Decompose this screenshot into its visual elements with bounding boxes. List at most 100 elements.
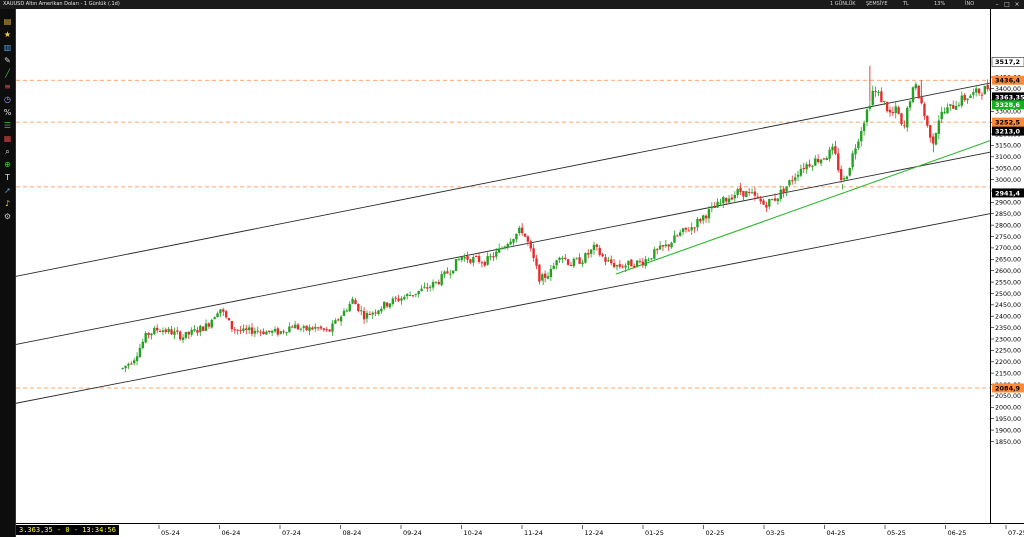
candle-body (486, 256, 489, 265)
candle-body (233, 329, 236, 331)
candle-body (759, 198, 762, 202)
candle-body (578, 257, 581, 264)
candle-body (592, 244, 596, 251)
x-tick-label: 09-24 (403, 529, 422, 537)
candles-group (121, 65, 1024, 373)
candle-body (428, 286, 432, 288)
y-tick-label: 2900,00 (995, 200, 1021, 207)
arrow-icon[interactable]: ➚ (3, 186, 12, 195)
candle-body (699, 219, 702, 222)
y-tick-label: 2300,00 (995, 336, 1021, 343)
candle-body (176, 330, 179, 332)
candle-body (808, 164, 811, 167)
grid-icon[interactable]: ▦ (3, 134, 12, 143)
candle-body (601, 254, 604, 257)
candle-body (520, 227, 524, 234)
candle-body (929, 125, 932, 138)
candle-body (598, 247, 601, 256)
candle-body (201, 326, 205, 331)
candle-body (426, 287, 429, 289)
price-axis[interactable]: 3450,003400,003350,003300,003250,003200,… (990, 9, 1024, 523)
candle-body (664, 244, 668, 247)
candle-body (469, 259, 472, 263)
candle-body (975, 88, 978, 93)
candle-body (566, 259, 570, 265)
candle-body (446, 271, 449, 274)
price-tag-label: 2941,4 (995, 189, 1021, 197)
candle-body (187, 331, 190, 335)
candle-body (351, 299, 354, 304)
candle-body (150, 333, 153, 336)
level-icon[interactable]: ≡ (3, 82, 12, 91)
candle-body (914, 84, 918, 89)
indicator-selector[interactable]: İNO (965, 0, 974, 9)
candle-body (814, 158, 817, 166)
close-icon[interactable]: × (1013, 1, 1021, 8)
currency-selector[interactable]: TL (903, 0, 909, 9)
x-tick-label: 08-24 (343, 529, 362, 537)
candle-body (684, 227, 688, 230)
candle-body (196, 330, 199, 333)
candle-body (891, 111, 895, 114)
price-axis-svg: 3450,003400,003350,003300,003250,003200,… (991, 57, 1024, 446)
y-tick-label: 3300,00 (995, 109, 1021, 116)
y-tick-label: 2700,00 (995, 245, 1021, 252)
candle-body (265, 331, 268, 335)
candle-body (687, 230, 691, 232)
clock-icon[interactable]: ◷ (3, 95, 12, 104)
minimize-icon[interactable]: – (993, 1, 1001, 8)
gear-icon[interactable]: ⚙ (3, 212, 12, 221)
candle-body (589, 249, 593, 254)
price-tag-label: 3328,6 (995, 101, 1021, 109)
candle-body (130, 363, 133, 365)
candle-body (500, 248, 504, 250)
maximize-icon[interactable]: □ (1003, 1, 1011, 8)
candle-body (495, 251, 498, 257)
candle-body (291, 326, 294, 328)
candle-body (526, 236, 530, 242)
period-selector[interactable]: 1 GÜNLÜK (830, 0, 856, 9)
candle-body (704, 215, 708, 219)
candle-body (877, 92, 880, 94)
candle-body (701, 215, 705, 221)
candle-body (193, 329, 196, 331)
candle-body (943, 112, 946, 114)
star-icon[interactable]: ★ (3, 30, 12, 39)
folder-icon[interactable]: ▤ (3, 17, 12, 26)
candle-body (204, 323, 208, 331)
price-chart (15, 65, 1024, 404)
trend-icon[interactable]: ╱ (3, 69, 12, 78)
candle-body (144, 333, 147, 343)
candle-body (334, 320, 337, 324)
lower-channel-trendline[interactable] (15, 213, 991, 404)
chart-style-selector[interactable]: ŞEMSİYE (866, 0, 888, 9)
text-icon[interactable]: T (3, 173, 12, 182)
candle-body (897, 107, 900, 114)
chart-plot-area[interactable] (15, 9, 1024, 523)
candle-body (322, 328, 326, 330)
bell-icon[interactable]: ♪ (3, 199, 12, 208)
candle-body (345, 310, 349, 312)
zoom-level[interactable]: 13% (934, 0, 945, 9)
candle-body (558, 257, 561, 260)
percent-icon[interactable]: % (3, 108, 12, 117)
candle-body (477, 256, 481, 263)
chart-icon[interactable]: ▥ (3, 43, 12, 52)
candle-body (644, 259, 647, 266)
candle-body (121, 368, 124, 370)
candle-body (245, 328, 248, 331)
candle-body (917, 85, 920, 99)
candle-body (535, 258, 538, 266)
pencil-icon[interactable]: ✎ (3, 56, 12, 65)
candle-body (894, 106, 897, 113)
y-tick-label: 3050,00 (995, 166, 1021, 173)
x-tick-label: 06-25 (948, 529, 967, 537)
list-icon[interactable]: ☰ (3, 121, 12, 130)
magnet-icon[interactable]: ⊕ (3, 160, 12, 169)
zoom-icon[interactable]: ⌕ (3, 147, 12, 156)
time-axis[interactable]: 05-24 06-24 07-24 08-24 09-24 10-24 11-24 12-24… (16, 523, 1024, 537)
candle-body (871, 90, 874, 105)
y-tick-label: 2650,00 (995, 257, 1021, 264)
candle-body (285, 332, 288, 334)
candle-body (845, 176, 849, 180)
